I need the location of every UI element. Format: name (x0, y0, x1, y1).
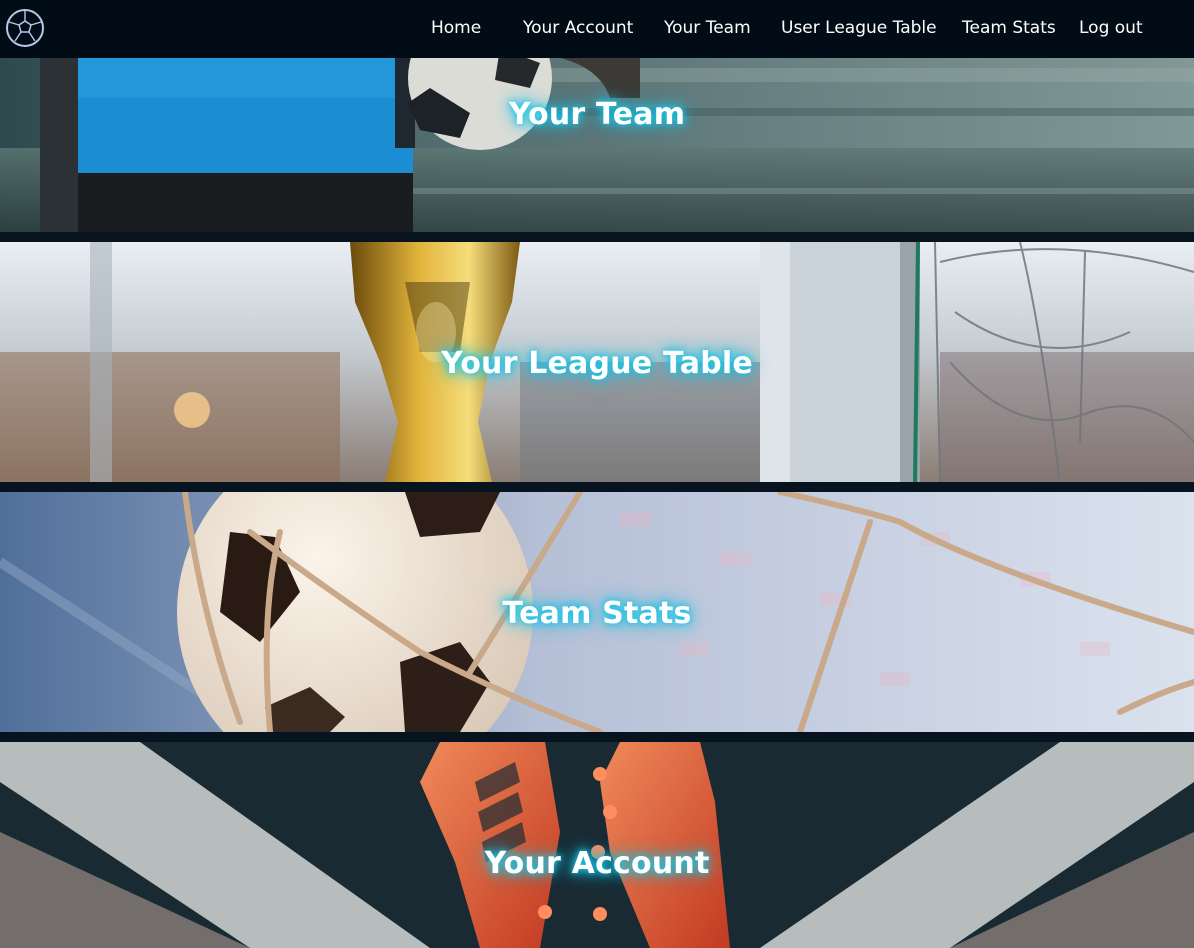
your-league-table-panel[interactable]: Your League Table (0, 242, 1194, 482)
your-account-panel[interactable]: Your Account (0, 742, 1194, 948)
navbar: Home Your Account Your Team User League … (0, 0, 1194, 58)
nav-your-account-link[interactable]: Your Account (523, 17, 633, 39)
team-stats-panel[interactable]: Team Stats (0, 492, 1194, 732)
nav-home-link[interactable]: Home (431, 17, 481, 39)
goalkeeper-holding-ball-image (0, 58, 1194, 232)
your-league-table-title: Your League Table (441, 346, 753, 381)
football-boots-on-pitch-image (0, 742, 1194, 948)
your-account-title: Your Account (484, 846, 710, 881)
nav-team-stats-link[interactable]: Team Stats (962, 17, 1056, 39)
nav-user-league-table-link[interactable]: User League Table (781, 17, 937, 39)
nav-your-team-link[interactable]: Your Team (664, 17, 751, 39)
nav-log-out-link[interactable]: Log out (1079, 17, 1143, 39)
your-team-panel[interactable]: Your Team (0, 58, 1194, 232)
your-team-title: Your Team (508, 97, 686, 132)
team-stats-title: Team Stats (502, 596, 692, 631)
soccer-ball-icon[interactable] (4, 7, 46, 49)
